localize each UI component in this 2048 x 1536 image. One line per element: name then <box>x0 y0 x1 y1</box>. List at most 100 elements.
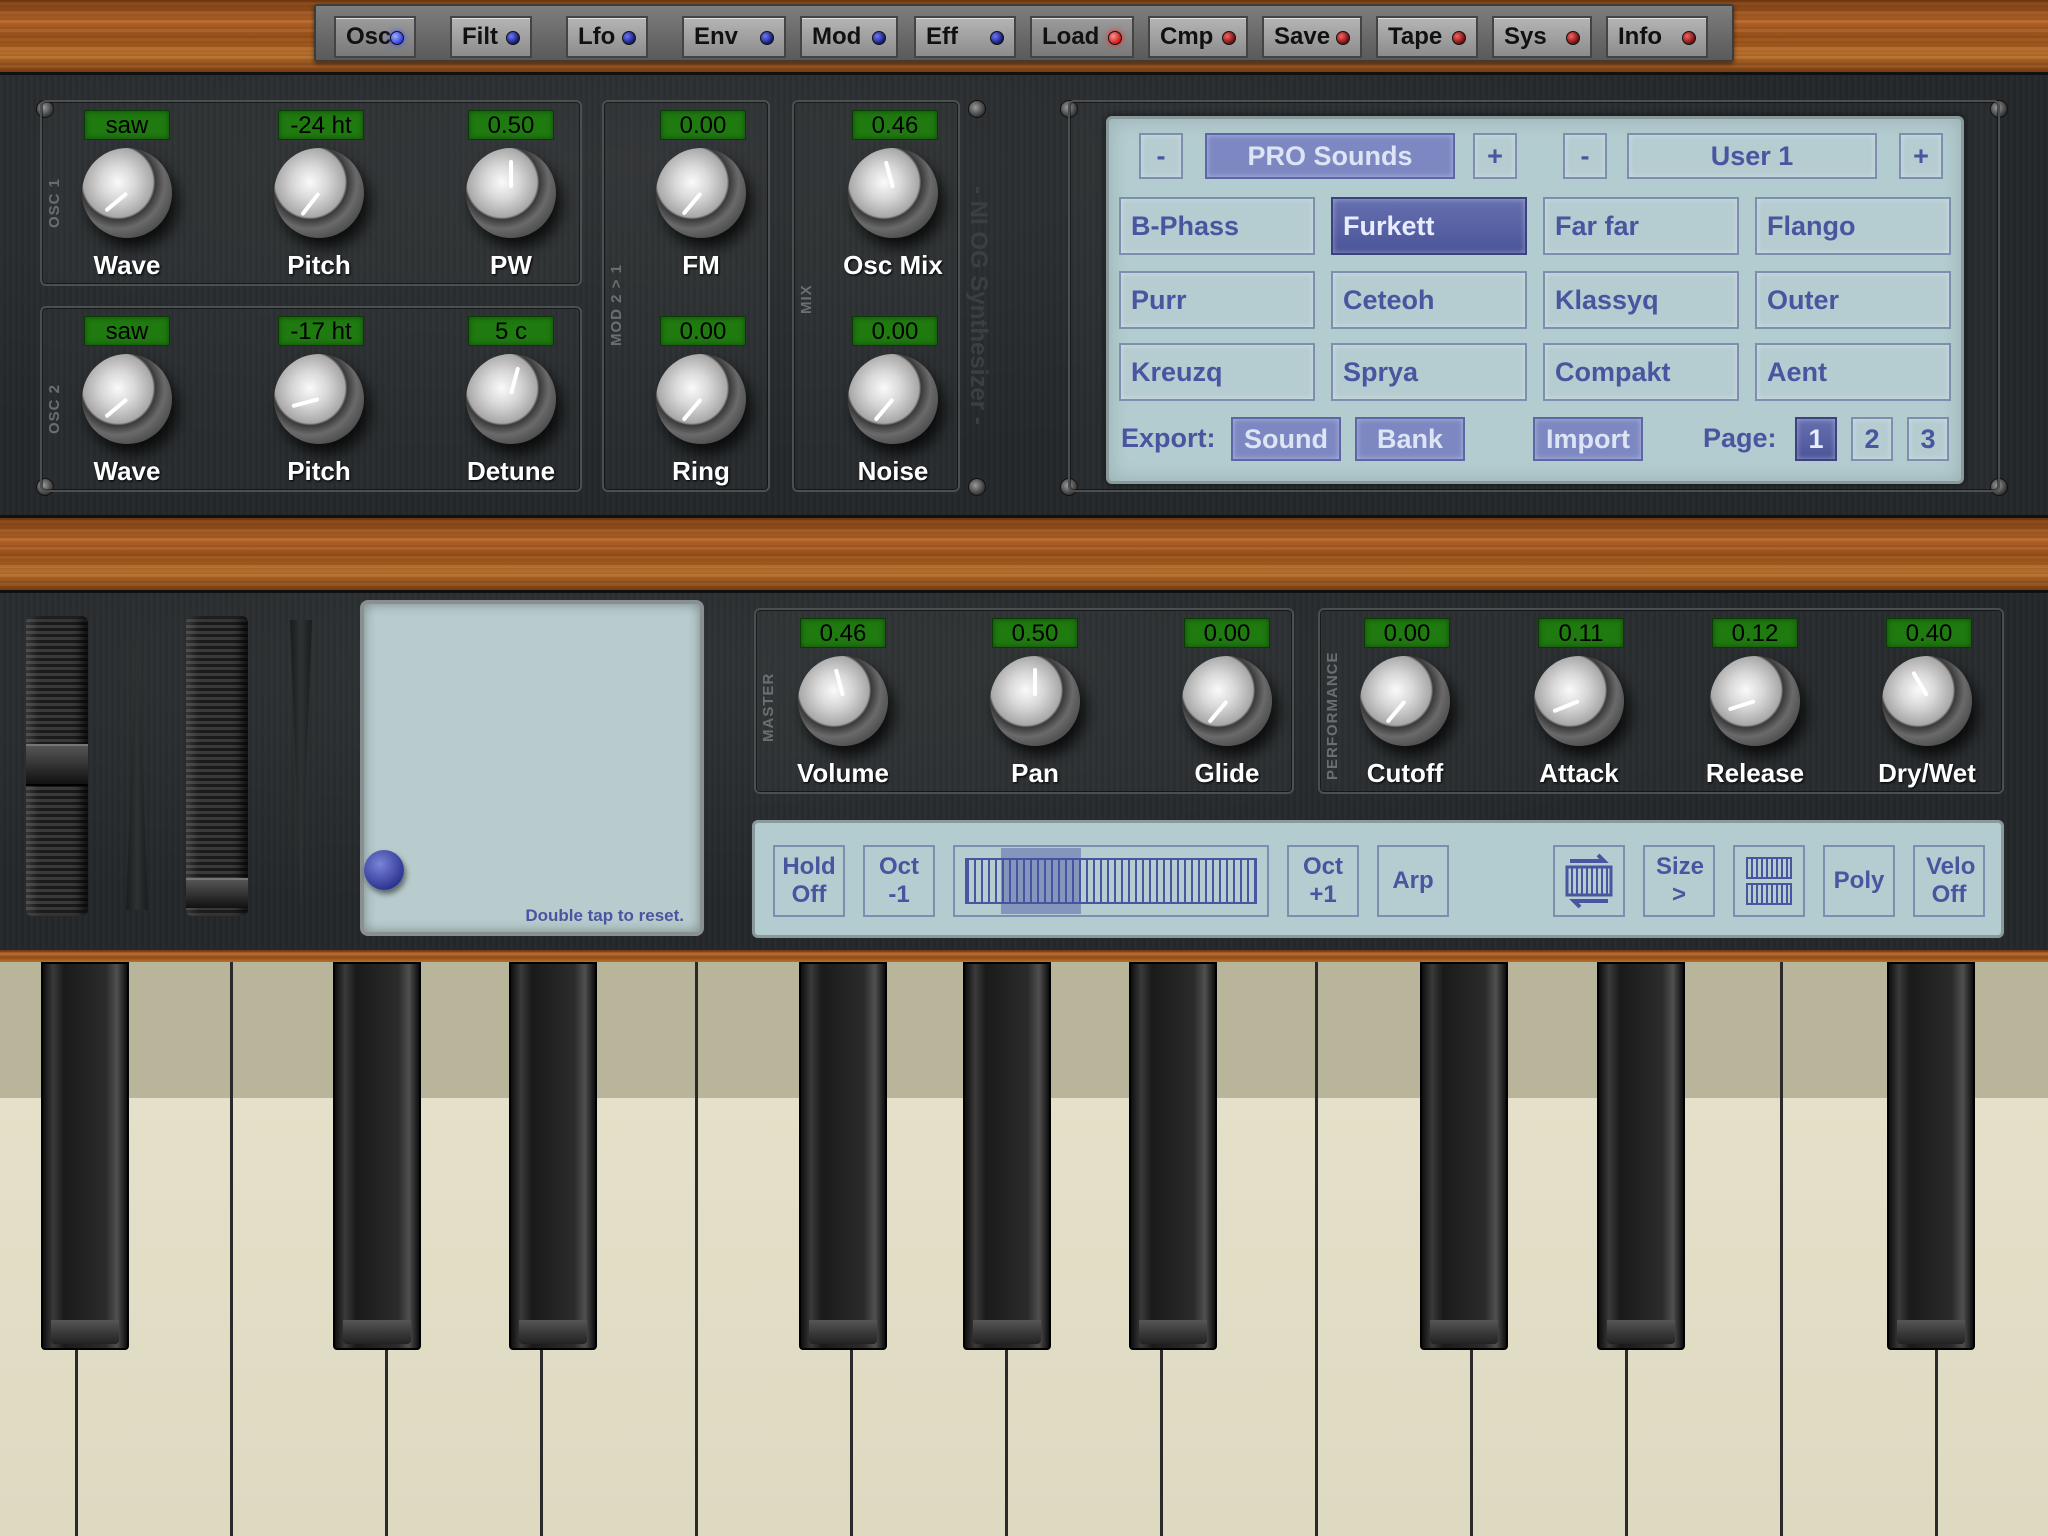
fm-value: 0.00 <box>660 110 746 140</box>
swap-keyboard-button[interactable] <box>1553 845 1625 917</box>
tab-tape[interactable]: Tape <box>1376 16 1478 58</box>
bank-name[interactable]: PRO Sounds <box>1205 133 1455 179</box>
dual-keyboard-icon <box>1746 857 1792 905</box>
export-bank-button[interactable]: Bank <box>1355 417 1465 461</box>
preset-item[interactable]: Compakt <box>1543 343 1739 401</box>
osc2-wave-knob[interactable] <box>82 354 172 444</box>
bank-prev-button[interactable]: - <box>1139 133 1183 179</box>
tab-load-led-icon <box>1108 31 1122 45</box>
page-2-button[interactable]: 2 <box>1851 417 1893 461</box>
tab-info[interactable]: Info <box>1606 16 1708 58</box>
import-button[interactable]: Import <box>1533 417 1643 461</box>
ring-knob[interactable] <box>656 354 746 444</box>
tab-eff[interactable]: Eff <box>914 16 1016 58</box>
volume-label: Volume <box>797 758 889 788</box>
pan-knob[interactable] <box>990 656 1080 746</box>
user-prev-button[interactable]: - <box>1563 133 1607 179</box>
arp-button[interactable]: Arp <box>1377 845 1449 917</box>
user-next-button[interactable]: + <box>1899 133 1943 179</box>
noise-label: Noise <box>857 456 929 486</box>
volume-knob[interactable] <box>798 656 888 746</box>
osc2-wave-label: Wave <box>93 456 161 486</box>
volume-value: 0.46 <box>800 618 886 648</box>
tab-osc[interactable]: Osc <box>334 16 416 58</box>
velocity-button[interactable]: Velo Off <box>1913 845 1985 917</box>
tab-lfo[interactable]: Lfo <box>566 16 648 58</box>
preset-item[interactable]: Aent <box>1755 343 1951 401</box>
black-key[interactable] <box>799 962 887 1350</box>
black-key[interactable] <box>1129 962 1217 1350</box>
osc1-pw-value: 0.50 <box>468 110 554 140</box>
preset-item[interactable]: Far far <box>1543 197 1739 255</box>
black-key[interactable] <box>1420 962 1508 1350</box>
xy-pad-cursor[interactable] <box>364 850 404 890</box>
keyboard-range-selector[interactable] <box>953 845 1269 917</box>
tab-mod-led-icon <box>872 31 886 45</box>
bank-next-button[interactable]: + <box>1473 133 1517 179</box>
osc1-pitch-label: Pitch <box>287 250 351 280</box>
black-key[interactable] <box>333 962 421 1350</box>
osc2-detune-knob[interactable] <box>466 354 556 444</box>
poly-button[interactable]: Poly <box>1823 845 1895 917</box>
pitch-bend-wheel[interactable] <box>26 616 88 916</box>
preset-browser: - PRO Sounds + - User 1 + B-Phass Furket… <box>1106 116 1964 484</box>
user-bank-name[interactable]: User 1 <box>1627 133 1877 179</box>
osc1-pitch-knob[interactable] <box>274 148 364 238</box>
page-3-button[interactable]: 3 <box>1907 417 1949 461</box>
tab-load[interactable]: Load <box>1030 16 1134 58</box>
mod-wheel[interactable] <box>186 616 248 916</box>
osc2-pitch-knob[interactable] <box>274 354 364 444</box>
export-sound-button[interactable]: Sound <box>1231 417 1341 461</box>
tab-osc-led-icon <box>390 31 404 45</box>
tab-info-led-icon <box>1682 31 1696 45</box>
tab-sys[interactable]: Sys <box>1492 16 1592 58</box>
black-key[interactable] <box>963 962 1051 1350</box>
page-label: Page: <box>1703 423 1777 453</box>
octave-down-button[interactable]: Oct -1 <box>863 845 935 917</box>
noise-knob[interactable] <box>848 354 938 444</box>
drywet-label: Dry/Wet <box>1878 758 1976 788</box>
osc2-pitch-value: -17 ht <box>278 316 364 346</box>
keyboard-layout-button[interactable] <box>1733 845 1805 917</box>
preset-item[interactable]: Ceteoh <box>1331 271 1527 329</box>
glide-knob[interactable] <box>1182 656 1272 746</box>
noise-value: 0.00 <box>852 316 938 346</box>
swap-arrows-icon <box>1565 853 1613 909</box>
tab-filt[interactable]: Filt <box>450 16 532 58</box>
cutoff-knob[interactable] <box>1360 656 1450 746</box>
osc-mix-knob[interactable] <box>848 148 938 238</box>
preset-item[interactable]: Klassyq <box>1543 271 1739 329</box>
attack-knob[interactable] <box>1534 656 1624 746</box>
preset-item[interactable]: Flango <box>1755 197 1951 255</box>
black-key[interactable] <box>41 962 129 1350</box>
release-knob[interactable] <box>1710 656 1800 746</box>
xy-pad-hint: Double tap to reset. <box>525 906 684 925</box>
black-key[interactable] <box>509 962 597 1350</box>
osc2-section-label: OSC 2 <box>46 383 63 434</box>
preset-item[interactable]: Sprya <box>1331 343 1527 401</box>
fm-knob[interactable] <box>656 148 746 238</box>
keyboard-control-bar: Hold Off Oct -1 Oct +1 Arp Size > Poly V… <box>752 820 2004 938</box>
page-1-button[interactable]: 1 <box>1795 417 1837 461</box>
black-key[interactable] <box>1597 962 1685 1350</box>
preset-item[interactable]: Kreuzq <box>1119 343 1315 401</box>
tab-env-led-icon <box>760 31 774 45</box>
tab-save[interactable]: Save <box>1262 16 1362 58</box>
drywet-knob[interactable] <box>1882 656 1972 746</box>
preset-item[interactable]: Outer <box>1755 271 1951 329</box>
octave-up-button[interactable]: Oct +1 <box>1287 845 1359 917</box>
black-key[interactable] <box>1887 962 1975 1350</box>
preset-item[interactable]: B-Phass <box>1119 197 1315 255</box>
size-button[interactable]: Size > <box>1643 845 1715 917</box>
osc1-wave-knob[interactable] <box>82 148 172 238</box>
preset-item[interactable]: Purr <box>1119 271 1315 329</box>
preset-item-selected[interactable]: Furkett <box>1331 197 1527 255</box>
hold-button[interactable]: Hold Off <box>773 845 845 917</box>
osc-mix-label: Osc Mix <box>843 250 943 280</box>
xy-pad[interactable]: Double tap to reset. <box>360 600 704 936</box>
tab-mod[interactable]: Mod <box>800 16 898 58</box>
osc1-pw-knob[interactable] <box>466 148 556 238</box>
tab-env[interactable]: Env <box>682 16 786 58</box>
tab-cmp[interactable]: Cmp <box>1148 16 1248 58</box>
drywet-value: 0.40 <box>1886 618 1972 648</box>
